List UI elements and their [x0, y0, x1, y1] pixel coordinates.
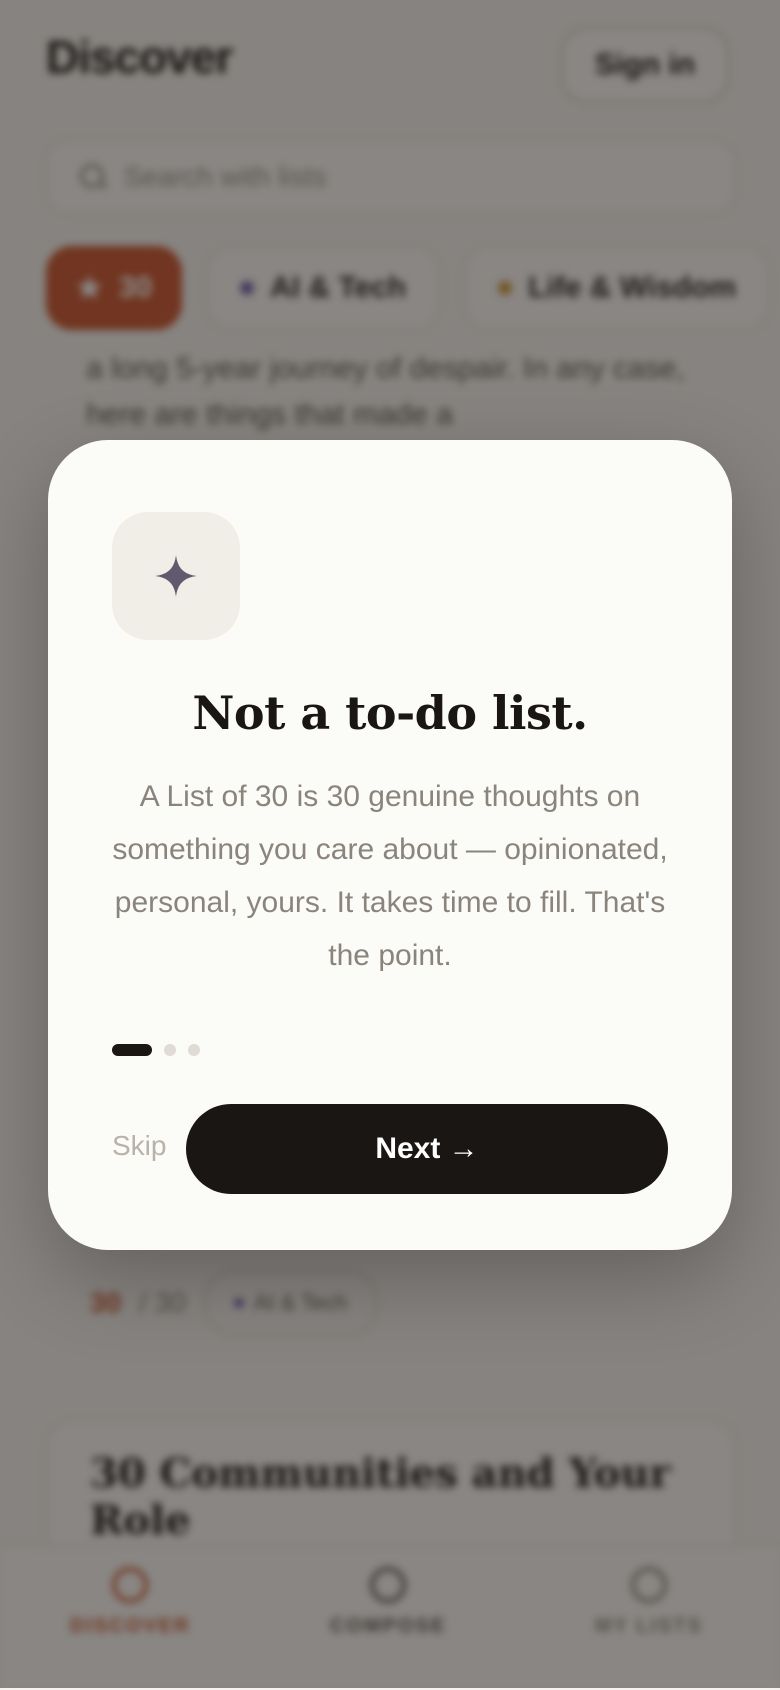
onboarding-modal: Not a to-do list. A List of 30 is 30 gen…	[48, 440, 732, 1250]
modal-title: Not a to-do list.	[192, 686, 588, 740]
sparkle-icon	[155, 555, 197, 597]
pagination-dot-active	[112, 1044, 152, 1056]
pagination-dots	[112, 1044, 200, 1056]
modal-body: A List of 30 is 30 genuine thoughts on s…	[112, 780, 668, 972]
skip-button[interactable]: Skip	[112, 1130, 166, 1162]
pagination-dot	[164, 1044, 176, 1056]
sparkle-icon-container	[112, 512, 240, 640]
pagination-dot	[188, 1044, 200, 1056]
next-button[interactable]: Next →	[186, 1104, 668, 1194]
